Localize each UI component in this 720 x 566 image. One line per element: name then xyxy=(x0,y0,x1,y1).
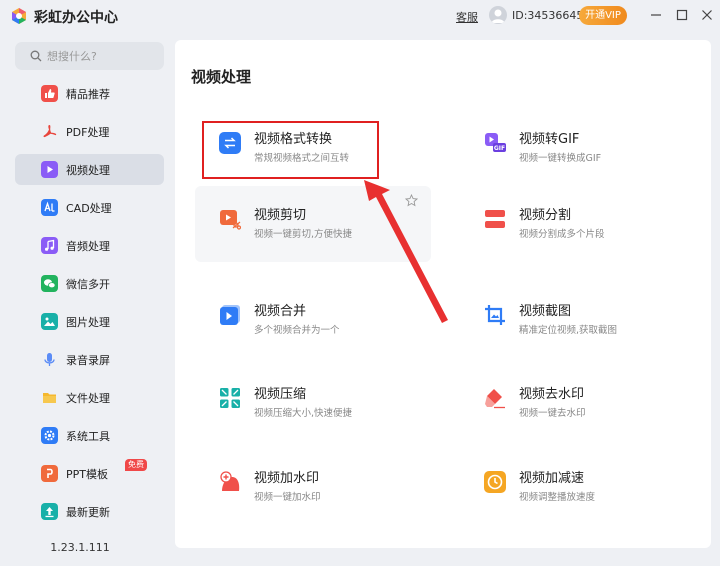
sidebar-item-system-tools[interactable]: 系统工具 xyxy=(15,420,164,451)
tool-desc: 视频一键加水印 xyxy=(254,492,321,503)
maximize-icon[interactable] xyxy=(673,6,691,24)
tool-title: 视频剪切 xyxy=(254,208,307,223)
sidebar-item-label: 录音录屏 xyxy=(66,354,110,367)
add-watermark-icon xyxy=(219,471,241,493)
tool-title: 视频压缩 xyxy=(254,387,307,402)
free-badge: 免费 xyxy=(125,459,147,471)
tool-title: 视频加水印 xyxy=(254,471,320,486)
tool-title: 视频分割 xyxy=(519,208,572,223)
split-icon xyxy=(484,208,506,230)
sidebar-item-image[interactable]: 图片处理 xyxy=(15,306,164,337)
tool-card-video-split[interactable]: 视频分割 视频分割成多个片段 xyxy=(460,186,696,262)
tool-desc: 视频分割成多个片段 xyxy=(519,229,605,240)
user-id: ID:34536645 xyxy=(512,9,584,22)
tool-title: 视频截图 xyxy=(519,304,572,319)
tool-title: 视频转GIF xyxy=(519,132,580,147)
wechat-icon xyxy=(41,275,58,292)
tool-desc: 视频一键去水印 xyxy=(519,408,586,419)
tool-card-video-speed[interactable]: 视频加减速 视频调整播放速度 xyxy=(460,449,696,525)
gif-icon: GIF xyxy=(484,132,506,154)
sidebar-item-file[interactable]: 文件处理 xyxy=(15,382,164,413)
avatar[interactable] xyxy=(489,6,507,24)
tool-desc: 精准定位视频,获取截图 xyxy=(519,325,618,336)
tool-title: 视频加减速 xyxy=(519,471,585,486)
tool-desc: 视频一键转换成GIF xyxy=(519,153,602,164)
pdf-icon xyxy=(41,123,58,140)
vip-button[interactable]: 开通VIP xyxy=(579,6,627,25)
sidebar-item-label: 视频处理 xyxy=(66,164,110,177)
minimize-icon[interactable] xyxy=(647,6,665,24)
user-avatar-icon xyxy=(491,9,505,23)
sidebar-item-pdf[interactable]: PDF处理 xyxy=(15,116,164,147)
sidebar-item-label: PDF处理 xyxy=(66,126,110,139)
sidebar-item-label: 微信多开 xyxy=(66,278,110,291)
sidebar-item-ppt[interactable]: PPT模板 免费 xyxy=(15,458,164,489)
search-input[interactable] xyxy=(47,47,157,65)
close-icon[interactable] xyxy=(698,6,716,24)
gear-icon xyxy=(41,427,58,444)
tool-desc: 多个视频合并为一个 xyxy=(254,325,340,336)
music-icon xyxy=(41,237,58,254)
sidebar-item-audio[interactable]: 音频处理 xyxy=(15,230,164,261)
tool-card-video-compress[interactable]: 视频压缩 视频压缩大小,快速便捷 xyxy=(195,365,431,441)
search-icon xyxy=(30,50,42,62)
image-icon xyxy=(41,313,58,330)
sidebar-item-label: PPT模板 xyxy=(66,468,108,481)
video-play-icon xyxy=(41,161,58,178)
upload-icon xyxy=(41,503,58,520)
tool-desc: 视频调整播放速度 xyxy=(519,492,596,503)
app-title: 彩虹办公中心 xyxy=(34,10,118,26)
svg-text:GIF: GIF xyxy=(494,145,505,152)
sidebar-item-label: 精品推荐 xyxy=(66,88,110,101)
tool-card-add-watermark[interactable]: 视频加水印 视频一键加水印 xyxy=(195,449,431,525)
folder-icon xyxy=(41,389,58,406)
microphone-icon xyxy=(41,351,58,368)
sidebar-item-label: 最新更新 xyxy=(66,506,110,519)
speed-clock-icon xyxy=(484,471,506,493)
thumbs-up-icon xyxy=(41,85,58,102)
merge-video-icon xyxy=(219,304,241,326)
rainbow-logo-icon xyxy=(12,8,26,24)
page-title: 视频处理 xyxy=(191,68,252,86)
sidebar-item-label: 文件处理 xyxy=(66,392,110,405)
tool-card-video-to-gif[interactable]: GIF 视频转GIF 视频一键转换成GIF xyxy=(460,110,696,186)
tool-card-remove-watermark[interactable]: 视频去水印 视频一键去水印 xyxy=(460,365,696,441)
search-box[interactable] xyxy=(15,42,164,70)
sidebar-item-label: 音频处理 xyxy=(66,240,110,253)
red-arrow-icon xyxy=(364,180,448,323)
sidebar-item-label: CAD处理 xyxy=(66,202,112,215)
tool-card-video-screenshot[interactable]: 视频截图 精准定位视频,获取截图 xyxy=(460,282,696,358)
tool-title: 视频合并 xyxy=(254,304,307,319)
tool-desc: 视频压缩大小,快速便捷 xyxy=(254,408,353,419)
ppt-icon xyxy=(41,465,58,482)
sidebar-item-wechat[interactable]: 微信多开 xyxy=(15,268,164,299)
title-bar: 彩虹办公中心 客服 ID:34536645 开通VIP xyxy=(0,0,720,32)
sidebar-item-label: 系统工具 xyxy=(66,430,110,443)
sidebar-item-recording[interactable]: 录音录屏 xyxy=(15,344,164,375)
support-link[interactable]: 客服 xyxy=(456,9,478,25)
version-label: 1.23.1.111 xyxy=(50,541,110,554)
eraser-icon xyxy=(484,387,506,409)
tool-desc: 视频一键剪切,方便快捷 xyxy=(254,229,353,240)
sidebar-item-latest-update[interactable]: 最新更新 xyxy=(15,496,164,527)
compress-icon xyxy=(219,387,241,409)
tool-title: 视频去水印 xyxy=(519,387,585,402)
crop-icon xyxy=(484,304,506,326)
highlight-box xyxy=(202,121,379,179)
sidebar-item-recommended[interactable]: 精品推荐 xyxy=(15,78,164,109)
scissors-icon xyxy=(219,208,241,230)
sidebar-item-video[interactable]: 视频处理 xyxy=(15,154,164,185)
sidebar-item-cad[interactable]: CAD处理 xyxy=(15,192,164,223)
sidebar-item-label: 图片处理 xyxy=(66,316,110,329)
cad-icon xyxy=(41,199,58,216)
